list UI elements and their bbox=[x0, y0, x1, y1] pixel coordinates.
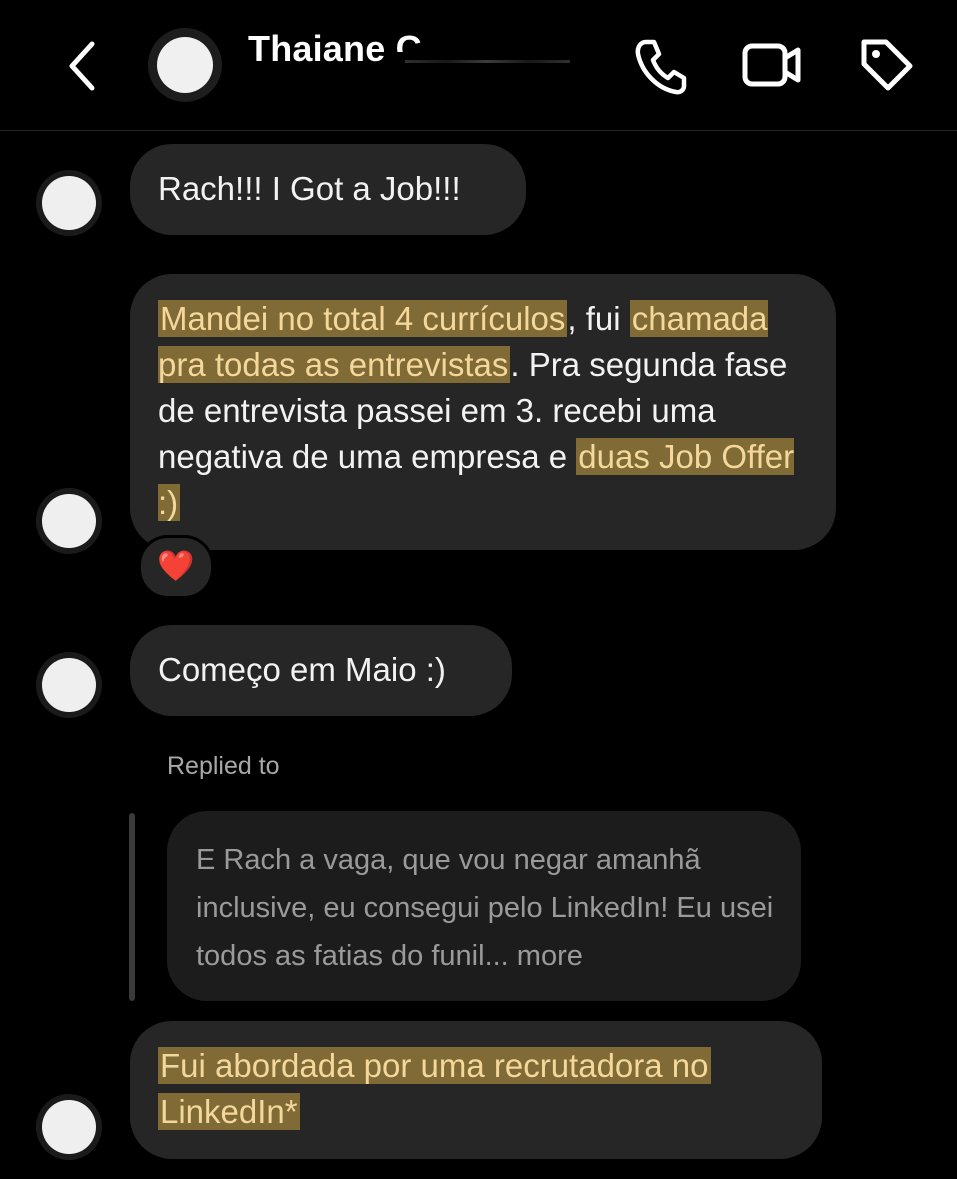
sender-avatar[interactable] bbox=[36, 170, 102, 236]
message-text: Começo em Maio :) bbox=[158, 651, 446, 688]
heart-reaction[interactable]: ❤️ bbox=[138, 535, 214, 599]
heart-icon: ❤️ bbox=[157, 550, 195, 583]
message-text: Mandei no total 4 currículos, fui chamad… bbox=[158, 296, 823, 526]
highlighted-text: LinkedIn* bbox=[158, 1093, 300, 1130]
video-camera-icon[interactable] bbox=[742, 36, 802, 94]
sender-avatar[interactable] bbox=[36, 488, 102, 554]
sender-avatar[interactable] bbox=[36, 1094, 102, 1160]
contact-avatar[interactable] bbox=[148, 28, 222, 102]
highlighted-text: Fui abordada por uma recrutadora no bbox=[158, 1047, 711, 1084]
quoted-message-text[interactable]: E Rach a vaga, que vou negar amanhã incl… bbox=[196, 836, 786, 980]
message-text: Fui abordada por uma recrutadora no Linke… bbox=[158, 1043, 711, 1135]
highlighted-text: Mandei no total 4 currículos bbox=[158, 300, 568, 337]
message-bubble[interactable]: Rach!!! I Got a Job!!! bbox=[130, 144, 526, 235]
message-bubble[interactable]: Começo em Maio :) bbox=[130, 625, 512, 716]
message-bubble[interactable]: Mandei no total 4 currículos, fui chamad… bbox=[130, 274, 836, 550]
message-bubble[interactable]: Fui abordada por uma recrutadora no Linke… bbox=[130, 1021, 822, 1159]
chat-header: Thaiane C bbox=[0, 0, 957, 131]
chevron-left-icon[interactable] bbox=[62, 38, 106, 94]
message-text: Rach!!! I Got a Job!!! bbox=[158, 170, 461, 207]
tag-icon[interactable] bbox=[858, 36, 914, 94]
text-segment: , fui bbox=[567, 300, 630, 337]
name-redaction bbox=[395, 52, 580, 70]
replied-to-label: Replied to bbox=[167, 752, 280, 780]
reply-indicator-bar bbox=[129, 813, 135, 1001]
phone-icon[interactable] bbox=[632, 36, 688, 96]
sender-avatar[interactable] bbox=[36, 652, 102, 718]
